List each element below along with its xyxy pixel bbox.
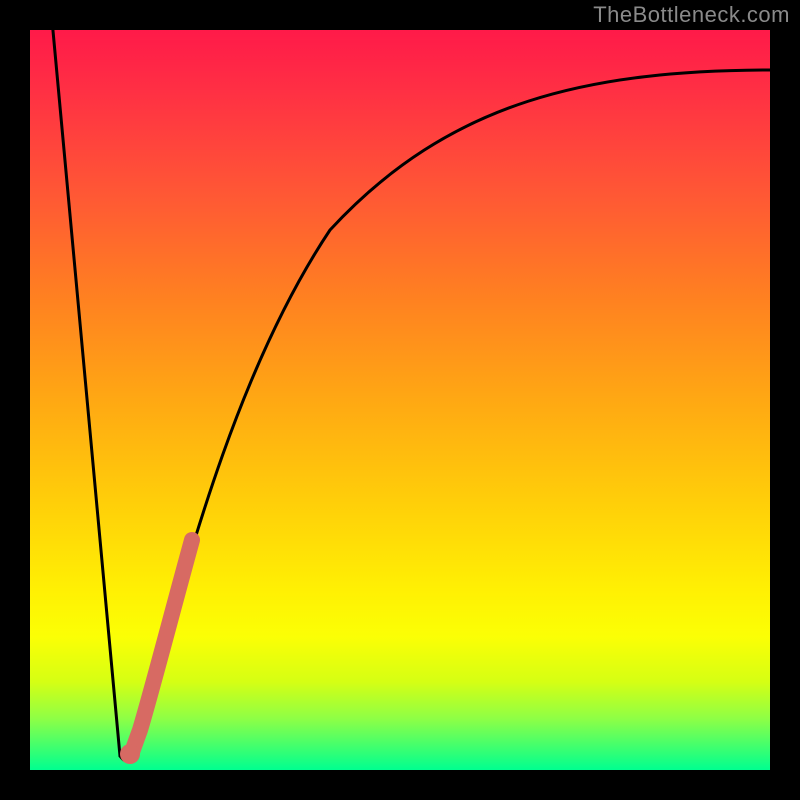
watermark-label: TheBottleneck.com <box>593 2 790 28</box>
curve-left-arm <box>52 30 120 756</box>
outer-frame: TheBottleneck.com <box>0 0 800 800</box>
curve-layer <box>30 30 770 770</box>
highlight-endcap-icon <box>120 744 140 764</box>
curve-right-arm <box>120 70 770 761</box>
plot-area <box>30 30 770 770</box>
highlight-segment <box>132 540 192 752</box>
